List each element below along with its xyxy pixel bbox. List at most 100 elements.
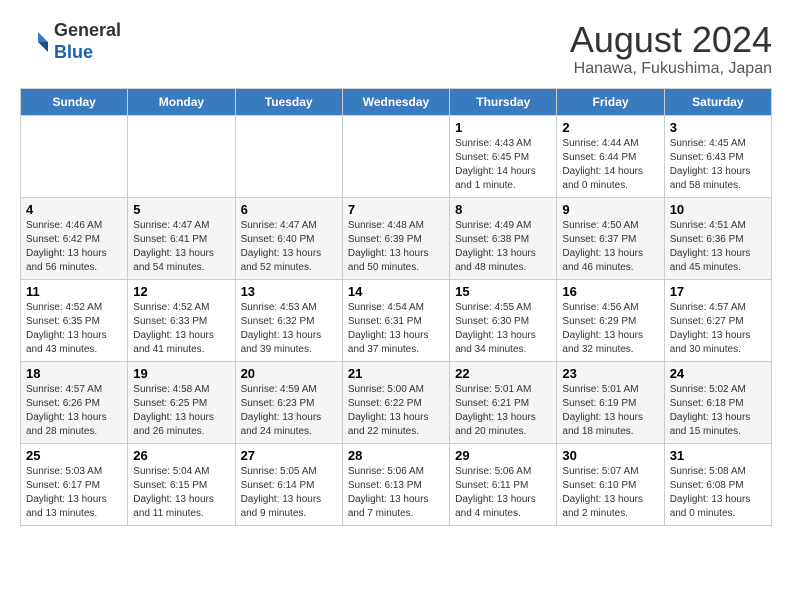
calendar-cell: 26Sunrise: 5:04 AM Sunset: 6:15 PM Dayli…: [128, 443, 235, 525]
day-info: Sunrise: 4:52 AM Sunset: 6:33 PM Dayligh…: [133, 301, 229, 357]
day-info: Sunrise: 4:55 AM Sunset: 6:30 PM Dayligh…: [455, 301, 551, 357]
day-of-week-header: Saturday: [664, 88, 771, 115]
day-number: 31: [670, 448, 766, 463]
day-number: 30: [562, 448, 658, 463]
day-number: 11: [26, 284, 122, 299]
calendar-cell: 7 Sunrise: 4:48 AM Sunset: 6:39 PM Daylig…: [342, 197, 449, 279]
day-of-week-header: Monday: [128, 88, 235, 115]
day-of-week-header: Friday: [557, 88, 664, 115]
day-info: Sunrise: 4:57 AM Sunset: 6:26 PM Dayligh…: [26, 383, 122, 439]
calendar-cell: 24 Sunrise: 5:02 AM Sunset: 6:18 PM Dayli…: [664, 361, 771, 443]
calendar-cell: 6 Sunrise: 4:47 AM Sunset: 6:40 PM Daylig…: [235, 197, 342, 279]
day-of-week-header: Sunday: [21, 88, 128, 115]
calendar-cell: 2 Sunrise: 4:44 AM Sunset: 6:44 PM Daylig…: [557, 115, 664, 197]
day-number: 26: [133, 448, 229, 463]
calendar-cell: 31Sunrise: 5:08 AM Sunset: 6:08 PM Dayli…: [664, 443, 771, 525]
day-info: Sunrise: 4:51 AM Sunset: 6:36 PM Dayligh…: [670, 219, 766, 275]
day-info: Sunrise: 5:01 AM Sunset: 6:19 PM Dayligh…: [562, 383, 658, 439]
day-number: 28: [348, 448, 444, 463]
calendar-cell: 10 Sunrise: 4:51 AM Sunset: 6:36 PM Dayli…: [664, 197, 771, 279]
calendar-title: August 2024: [570, 20, 772, 60]
day-info: Sunrise: 4:43 AM Sunset: 6:45 PM Dayligh…: [455, 137, 551, 193]
calendar-cell: 28 Sunrise: 5:06 AM Sunset: 6:13 PM Dayli…: [342, 443, 449, 525]
day-number: 19: [133, 366, 229, 381]
day-info: Sunrise: 4:53 AM Sunset: 6:32 PM Dayligh…: [241, 301, 337, 357]
day-of-week-header: Thursday: [450, 88, 557, 115]
calendar-cell: 4 Sunrise: 4:46 AM Sunset: 6:42 PM Daylig…: [21, 197, 128, 279]
day-number: 24: [670, 366, 766, 381]
calendar-cell: 16Sunrise: 4:56 AM Sunset: 6:29 PM Dayli…: [557, 279, 664, 361]
header-row: SundayMondayTuesdayWednesdayThursdayFrid…: [21, 88, 772, 115]
calendar-subtitle: Hanawa, Fukushima, Japan: [570, 60, 772, 78]
day-number: 9: [562, 202, 658, 217]
day-info: Sunrise: 4:54 AM Sunset: 6:31 PM Dayligh…: [348, 301, 444, 357]
calendar-cell: 15 Sunrise: 4:55 AM Sunset: 6:30 PM Dayli…: [450, 279, 557, 361]
day-number: 22: [455, 366, 551, 381]
calendar-table: SundayMondayTuesdayWednesdayThursdayFrid…: [20, 88, 772, 526]
day-number: 8: [455, 202, 551, 217]
day-number: 23: [562, 366, 658, 381]
calendar-week-row: 11 Sunrise: 4:52 AM Sunset: 6:35 PM Dayli…: [21, 279, 772, 361]
day-number: 18: [26, 366, 122, 381]
day-number: 4: [26, 202, 122, 217]
calendar-cell: 17 Sunrise: 4:57 AM Sunset: 6:27 PM Dayli…: [664, 279, 771, 361]
calendar-cell: 22Sunrise: 5:01 AM Sunset: 6:21 PM Dayli…: [450, 361, 557, 443]
day-info: Sunrise: 4:45 AM Sunset: 6:43 PM Dayligh…: [670, 137, 766, 193]
day-info: Sunrise: 5:06 AM Sunset: 6:13 PM Dayligh…: [348, 465, 444, 521]
day-number: 5: [133, 202, 229, 217]
day-number: 7: [348, 202, 444, 217]
day-info: Sunrise: 5:00 AM Sunset: 6:22 PM Dayligh…: [348, 383, 444, 439]
calendar-cell: 12 Sunrise: 4:52 AM Sunset: 6:33 PM Dayli…: [128, 279, 235, 361]
calendar-cell: 8Sunrise: 4:49 AM Sunset: 6:38 PM Daylig…: [450, 197, 557, 279]
calendar-cell: 5 Sunrise: 4:47 AM Sunset: 6:41 PM Daylig…: [128, 197, 235, 279]
day-number: 14: [348, 284, 444, 299]
day-number: 21: [348, 366, 444, 381]
day-info: Sunrise: 4:52 AM Sunset: 6:35 PM Dayligh…: [26, 301, 122, 357]
day-number: 29: [455, 448, 551, 463]
page-header: General Blue August 2024 Hanawa, Fukushi…: [20, 20, 772, 78]
day-number: 15: [455, 284, 551, 299]
day-info: Sunrise: 4:58 AM Sunset: 6:25 PM Dayligh…: [133, 383, 229, 439]
day-number: 12: [133, 284, 229, 299]
day-info: Sunrise: 4:47 AM Sunset: 6:41 PM Dayligh…: [133, 219, 229, 275]
day-info: Sunrise: 4:48 AM Sunset: 6:39 PM Dayligh…: [348, 219, 444, 275]
day-info: Sunrise: 5:03 AM Sunset: 6:17 PM Dayligh…: [26, 465, 122, 521]
day-number: 13: [241, 284, 337, 299]
calendar-cell: 13 Sunrise: 4:53 AM Sunset: 6:32 PM Dayli…: [235, 279, 342, 361]
calendar-week-row: 4 Sunrise: 4:46 AM Sunset: 6:42 PM Daylig…: [21, 197, 772, 279]
logo-text: General Blue: [54, 20, 121, 63]
day-info: Sunrise: 4:47 AM Sunset: 6:40 PM Dayligh…: [241, 219, 337, 275]
calendar-cell: 1 Sunrise: 4:43 AM Sunset: 6:45 PM Daylig…: [450, 115, 557, 197]
logo-icon: [20, 27, 50, 57]
calendar-cell: 9 Sunrise: 4:50 AM Sunset: 6:37 PM Daylig…: [557, 197, 664, 279]
day-number: 1: [455, 120, 551, 135]
calendar-week-row: 1 Sunrise: 4:43 AM Sunset: 6:45 PM Daylig…: [21, 115, 772, 197]
day-info: Sunrise: 4:59 AM Sunset: 6:23 PM Dayligh…: [241, 383, 337, 439]
day-number: 25: [26, 448, 122, 463]
calendar-cell: 3Sunrise: 4:45 AM Sunset: 6:43 PM Daylig…: [664, 115, 771, 197]
calendar-body: 1 Sunrise: 4:43 AM Sunset: 6:45 PM Daylig…: [21, 115, 772, 525]
day-info: Sunrise: 4:44 AM Sunset: 6:44 PM Dayligh…: [562, 137, 658, 193]
day-of-week-header: Wednesday: [342, 88, 449, 115]
calendar-cell: 29Sunrise: 5:06 AM Sunset: 6:11 PM Dayli…: [450, 443, 557, 525]
day-of-week-header: Tuesday: [235, 88, 342, 115]
title-block: August 2024 Hanawa, Fukushima, Japan: [570, 20, 772, 78]
calendar-cell: 18 Sunrise: 4:57 AM Sunset: 6:26 PM Dayli…: [21, 361, 128, 443]
day-number: 2: [562, 120, 658, 135]
day-info: Sunrise: 5:02 AM Sunset: 6:18 PM Dayligh…: [670, 383, 766, 439]
day-number: 17: [670, 284, 766, 299]
calendar-header: SundayMondayTuesdayWednesdayThursdayFrid…: [21, 88, 772, 115]
calendar-cell: 14 Sunrise: 4:54 AM Sunset: 6:31 PM Dayli…: [342, 279, 449, 361]
day-info: Sunrise: 4:46 AM Sunset: 6:42 PM Dayligh…: [26, 219, 122, 275]
day-number: 6: [241, 202, 337, 217]
day-info: Sunrise: 4:56 AM Sunset: 6:29 PM Dayligh…: [562, 301, 658, 357]
calendar-cell: 11 Sunrise: 4:52 AM Sunset: 6:35 PM Dayli…: [21, 279, 128, 361]
day-info: Sunrise: 4:57 AM Sunset: 6:27 PM Dayligh…: [670, 301, 766, 357]
day-info: Sunrise: 4:50 AM Sunset: 6:37 PM Dayligh…: [562, 219, 658, 275]
calendar-cell: 23 Sunrise: 5:01 AM Sunset: 6:19 PM Dayli…: [557, 361, 664, 443]
calendar-cell: [21, 115, 128, 197]
calendar-week-row: 25 Sunrise: 5:03 AM Sunset: 6:17 PM Dayli…: [21, 443, 772, 525]
day-number: 10: [670, 202, 766, 217]
calendar-cell: 25 Sunrise: 5:03 AM Sunset: 6:17 PM Dayli…: [21, 443, 128, 525]
day-number: 20: [241, 366, 337, 381]
